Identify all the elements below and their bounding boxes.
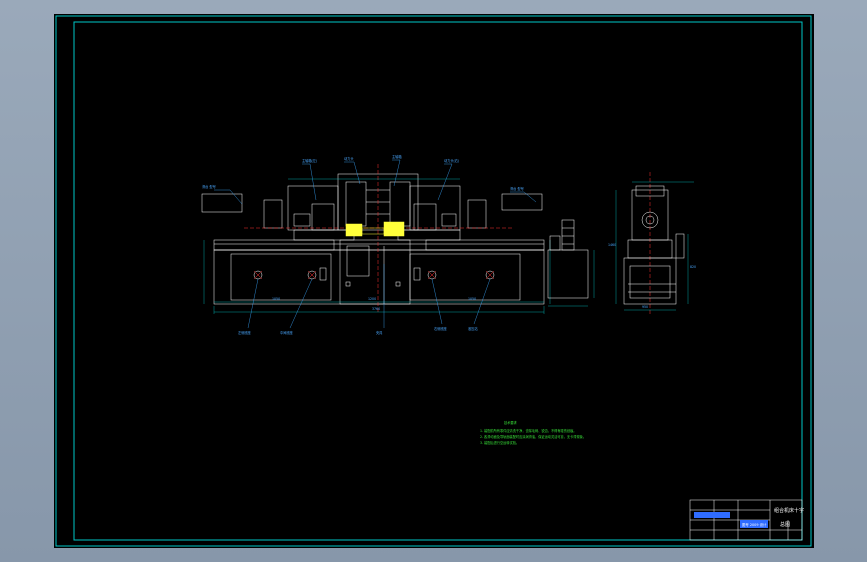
hole-crosses	[253, 270, 495, 280]
side-unit-view[interactable]	[547, 219, 589, 299]
outer-frame	[55, 15, 812, 547]
label-bottom-2: 中间底座	[280, 330, 294, 335]
note-item-3: 3. 装配后进行空运转试验。	[480, 440, 519, 445]
label-bottom-1: 左侧底座	[238, 330, 252, 335]
front-dimensions	[203, 178, 551, 314]
right-headstock	[409, 185, 461, 231]
label-top-4: 动力头(右)	[444, 158, 459, 163]
inner-frame	[73, 21, 803, 541]
side-block-right	[675, 233, 685, 259]
fixture-inner-right	[389, 181, 411, 227]
drawing-canvas[interactable]: 主轴箱(左) 动力头 主轴箱 动力头(右) 滑台 型号 滑台 型号 左侧底座 中…	[54, 14, 814, 548]
dim-side-depth: 820	[690, 265, 696, 269]
fixture-inner-left	[345, 181, 367, 227]
label-left-box: 滑台 型号	[202, 184, 216, 189]
slide-left	[213, 239, 335, 251]
center-block	[346, 245, 370, 277]
technical-notes: 技术要求 1. 装配前所有零件应清洗干净，去除毛刺、锐边，不得有碰伤划痕。 2.…	[480, 420, 586, 445]
label-bottom-5: 液压站	[468, 326, 478, 331]
label-top-2: 动力头	[344, 156, 354, 161]
hydraulic-block	[549, 235, 561, 251]
bed-small-1	[345, 281, 351, 287]
dim-side-height: 1460	[608, 243, 616, 247]
dim-right: 1050	[468, 297, 476, 301]
label-bottom-4: 右侧底座	[434, 326, 448, 331]
bed-base	[213, 249, 545, 305]
dim-side-width: 950	[642, 305, 648, 309]
left-headstock-inner	[311, 203, 335, 231]
hydraulic-tank	[547, 249, 589, 299]
right-spindle-box	[441, 213, 457, 227]
left-headstock	[287, 185, 339, 231]
title-block[interactable]	[689, 499, 803, 541]
center-pedestal	[339, 239, 411, 305]
label-top-3: 主轴箱	[392, 154, 402, 159]
right-headstock-inner	[413, 203, 437, 231]
right-motor	[467, 199, 487, 229]
title-line-1: 组合机床十字	[774, 507, 804, 514]
right-slide-top	[397, 229, 461, 241]
title-line-2: 总图	[780, 521, 790, 528]
note-item-2: 2. 各滑动面及导轨面装配时应涂润滑油，保证运动灵活可靠，无卡滞现象。	[480, 434, 586, 439]
bed-left-section	[230, 253, 332, 301]
side-view-dims	[615, 181, 694, 311]
left-spindle-box	[293, 213, 311, 227]
center-lines	[244, 164, 651, 314]
label-right-box: 滑台 型号	[510, 186, 524, 191]
drawing-sheet[interactable]: 主轴箱(左) 动力头 主轴箱 动力头(右) 滑台 型号 滑台 型号 左侧底座 中…	[54, 14, 814, 548]
dim-mid: 1200	[368, 297, 376, 301]
bed-slot-right	[413, 267, 421, 281]
hydraulic-tower	[561, 219, 575, 251]
bed-slot-left	[319, 267, 327, 281]
front-view[interactable]	[201, 173, 545, 305]
side-slide	[627, 239, 673, 259]
bed-right-section	[409, 253, 521, 301]
left-slide-top	[293, 229, 355, 241]
left-motor	[263, 199, 283, 229]
bed-small-2	[395, 281, 401, 287]
workpiece	[345, 221, 405, 237]
right-side-view[interactable]	[623, 185, 685, 305]
label-top-1: 主轴箱(左)	[302, 158, 317, 163]
cad-viewport[interactable]: 主轴箱(左) 动力头 主轴箱 动力头(右) 滑台 型号 滑台 型号 左侧底座 中…	[0, 0, 867, 562]
notes-title: 技术要求	[504, 420, 518, 425]
side-unit-dims	[548, 250, 595, 307]
dim-left: 1050	[272, 297, 280, 301]
note-item-1: 1. 装配前所有零件应清洗干净，去除毛刺、锐边，不得有碰伤划痕。	[480, 428, 577, 433]
slide-right	[425, 239, 545, 251]
title-sheet-label: 图号 2009 设计	[742, 522, 767, 527]
dim-overall: 3760	[372, 307, 380, 311]
label-bottom-3: 夹具	[376, 330, 383, 335]
